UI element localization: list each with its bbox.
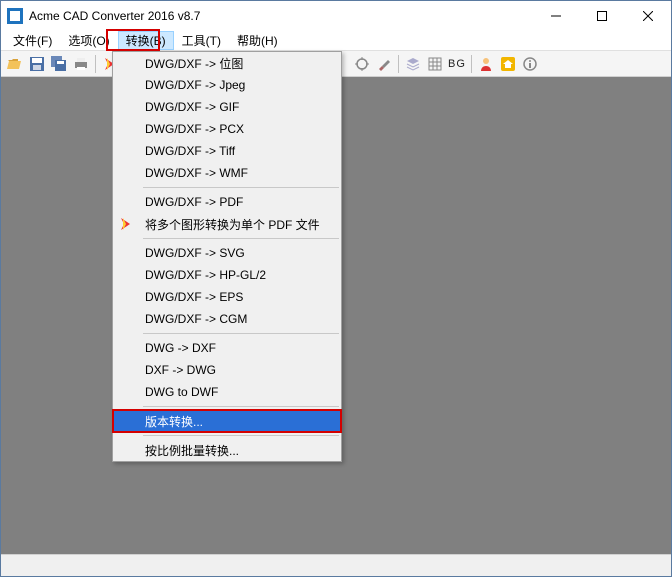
convert-dropdown: DWG/DXF -> 位图 DWG/DXF -> Jpeg DWG/DXF ->…	[112, 51, 342, 462]
about-button[interactable]	[520, 54, 540, 74]
dd-multi-pdf-label: 将多个图形转换为单个 PDF 文件	[145, 216, 320, 233]
dd-dwg-jpeg[interactable]: DWG/DXF -> Jpeg	[113, 74, 341, 96]
user-button[interactable]	[476, 54, 496, 74]
zoom-extents-button[interactable]	[352, 54, 372, 74]
titlebar: Acme CAD Converter 2016 v8.7	[1, 1, 671, 31]
toolbar-separator	[398, 55, 399, 73]
toolbar-separator	[95, 55, 96, 73]
dd-version-convert[interactable]: 版本转换...	[113, 410, 341, 432]
bg-color-button[interactable]: BG	[447, 54, 467, 74]
dd-dwg-hpgl[interactable]: DWG/DXF -> HP-GL/2	[113, 264, 341, 286]
dd-batch-scale[interactable]: 按比例批量转换...	[113, 439, 341, 461]
dd-dwg-svg[interactable]: DWG/DXF -> SVG	[113, 242, 341, 264]
dd-dwg-pcx[interactable]: DWG/DXF -> PCX	[113, 118, 341, 140]
dd-dwg-pdf[interactable]: DWG/DXF -> PDF	[113, 191, 341, 213]
dd-dwg-to-dxf[interactable]: DWG -> DXF	[113, 337, 341, 359]
layers-button[interactable]	[403, 54, 423, 74]
paintbrush-button[interactable]	[374, 54, 394, 74]
save-all-button[interactable]	[49, 54, 69, 74]
dd-dwg-tiff[interactable]: DWG/DXF -> Tiff	[113, 140, 341, 162]
print-button[interactable]	[71, 54, 91, 74]
home-button[interactable]	[498, 54, 518, 74]
save-button[interactable]	[27, 54, 47, 74]
dd-dwg-eps[interactable]: DWG/DXF -> EPS	[113, 286, 341, 308]
close-button[interactable]	[625, 1, 671, 31]
pdf-merge-icon	[118, 216, 134, 232]
dd-dwg-wmf[interactable]: DWG/DXF -> WMF	[113, 162, 341, 184]
app-icon	[7, 8, 23, 24]
bg-label: BG	[448, 58, 466, 70]
dd-multi-pdf[interactable]: 将多个图形转换为单个 PDF 文件	[113, 213, 341, 235]
dropdown-separator	[143, 435, 339, 436]
dd-dwg-cgm[interactable]: DWG/DXF -> CGM	[113, 308, 341, 330]
dd-dwg-gif[interactable]: DWG/DXF -> GIF	[113, 96, 341, 118]
open-button[interactable]	[5, 54, 25, 74]
dropdown-separator	[143, 333, 339, 334]
menu-tools[interactable]: 工具(T)	[174, 31, 229, 50]
menubar: 文件(F) 选项(O) 转换(B) 工具(T) 帮助(H)	[1, 31, 671, 51]
dropdown-separator	[143, 187, 339, 188]
dd-dxf-to-dwg[interactable]: DXF -> DWG	[113, 359, 341, 381]
dropdown-separator	[143, 238, 339, 239]
menu-file[interactable]: 文件(F)	[5, 31, 60, 50]
statusbar	[1, 554, 671, 576]
dropdown-separator	[143, 406, 339, 407]
maximize-button[interactable]	[579, 1, 625, 31]
dd-dwg-bitmap[interactable]: DWG/DXF -> 位图	[113, 52, 341, 74]
menu-convert[interactable]: 转换(B)	[118, 31, 174, 50]
menu-options[interactable]: 选项(O)	[60, 31, 117, 50]
window-controls	[533, 1, 671, 31]
menu-help[interactable]: 帮助(H)	[229, 31, 286, 50]
dd-dwg-to-dwf[interactable]: DWG to DWF	[113, 381, 341, 403]
grid-button[interactable]	[425, 54, 445, 74]
toolbar-separator	[471, 55, 472, 73]
window-title: Acme CAD Converter 2016 v8.7	[29, 9, 533, 23]
minimize-button[interactable]	[533, 1, 579, 31]
